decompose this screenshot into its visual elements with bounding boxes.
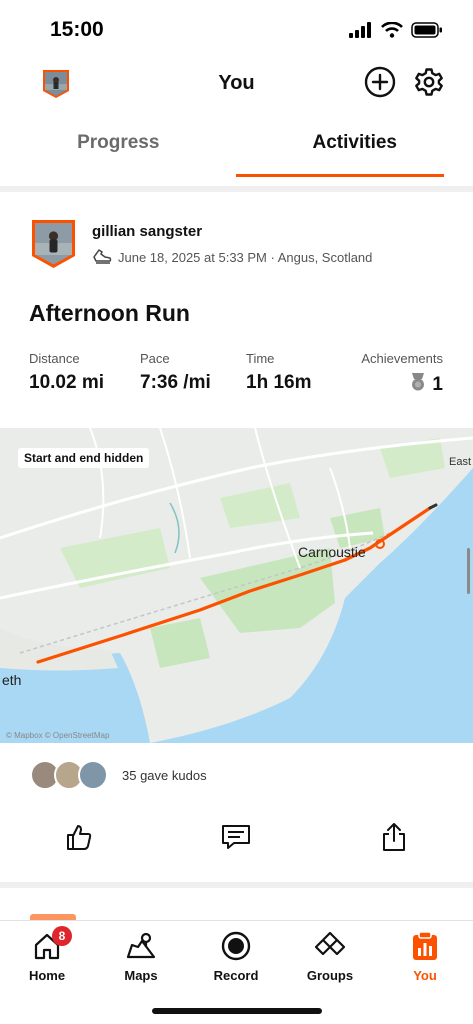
stat-value: 1 [361,372,443,398]
tab-activities[interactable]: Activities [237,120,473,178]
nav-home[interactable]: 8 Home [7,926,87,983]
stat-distance: Distance 10.02 mi [29,351,104,394]
map-attribution[interactable]: © Mapbox © OpenStreetMap [6,731,109,740]
map-privacy-badge: Start and end hidden [18,448,150,468]
nav-label: Record [213,968,259,983]
scrollbar[interactable] [467,548,470,594]
stat-value: 10.02 mi [29,372,104,393]
stat-value: 1h 16m [246,372,312,393]
kudos-row[interactable]: 35 gave kudos [30,760,207,790]
signal-icon [349,22,373,43]
stat-label: Achievements [361,351,443,366]
status-bar: 15:00 [0,0,473,60]
status-time: 15:00 [50,18,104,41]
achievements-count: 1 [432,374,443,395]
stat-label: Distance [29,351,80,366]
share-icon [380,822,408,857]
home-icon: 8 [32,926,72,961]
thumbs-up-icon [64,822,94,857]
stat-label: Time [246,351,275,366]
tab-progress[interactable]: Progress [0,120,237,178]
record-icon [221,931,251,961]
comment-icon [220,822,252,857]
trophy-icon [410,372,426,398]
you-icon [410,931,440,961]
battery-icon [411,22,443,43]
add-button[interactable] [364,66,396,103]
nav-label: You [413,968,437,983]
share-button[interactable] [377,822,411,856]
stat-value: 7:36 /mi [140,372,211,393]
map-label-carnoustie: Carnoustie [298,544,366,560]
tab-bar: Progress Activities [0,120,473,178]
groups-icon [315,931,345,961]
nav-label: Maps [124,968,158,983]
nav-maps[interactable]: Maps [101,931,181,983]
stat-label: Pace [140,351,170,366]
plus-circle-icon [364,66,396,103]
divider [0,882,473,888]
map-label-east: East [449,456,472,468]
nav-label: Home [28,968,66,983]
map-icon [126,931,156,961]
map-canvas [0,428,473,743]
athlete-avatar[interactable] [31,219,76,269]
nav-you[interactable]: You [385,931,465,983]
stat-pace: Pace 7:36 /mi [140,351,211,394]
activity-date-location: June 18, 2025 at 5:33 PM · Angus, Scotla… [118,250,373,265]
map-label-eth: eth [2,672,22,688]
gear-icon [414,67,444,102]
activity-title[interactable]: Afternoon Run [29,300,190,327]
kudos-count: 35 gave kudos [122,767,207,783]
shoe-icon [92,248,112,267]
status-icons [349,21,443,43]
stat-achievements: Achievements 1 [361,351,443,398]
header: You [0,62,473,106]
comment-button[interactable] [219,822,253,856]
nav-record[interactable]: Record [196,931,276,983]
kudos-button[interactable] [62,822,96,856]
stat-time: Time 1h 16m [246,351,311,394]
activity-meta: June 18, 2025 at 5:33 PM · Angus, Scotla… [92,248,372,267]
active-tab-indicator [236,174,444,177]
kudo-avatar [78,760,108,790]
page-title: You [218,72,255,94]
activity-map[interactable]: Start and end hidden Carnoustie East eth… [0,428,473,743]
wifi-icon [381,21,403,43]
athlete-name[interactable]: gillian sangster [92,223,202,240]
settings-button[interactable] [413,67,445,102]
home-indicator[interactable] [152,1008,322,1014]
nav-groups[interactable]: Groups [290,931,370,983]
notification-badge: 8 [52,926,72,946]
divider [0,186,473,192]
nav-label: Groups [306,968,354,983]
